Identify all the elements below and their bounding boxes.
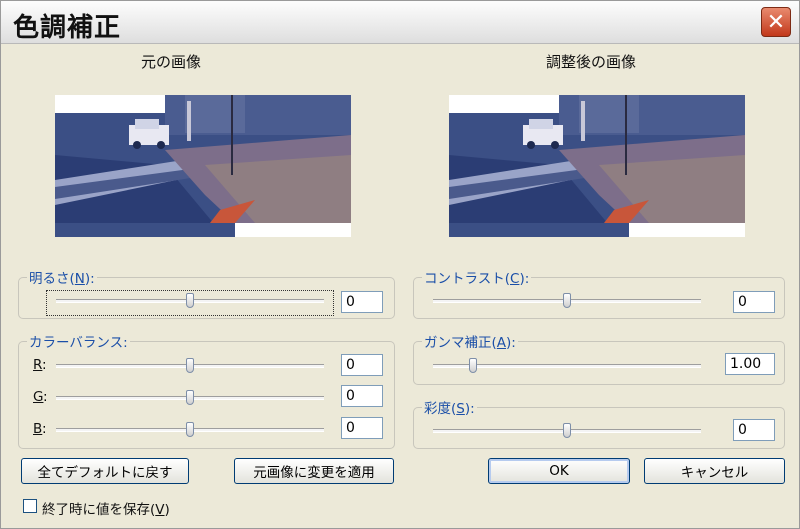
red-channel-colon: :	[42, 357, 47, 373]
ok-button[interactable]: OK	[488, 458, 630, 484]
original-image-preview	[55, 95, 351, 237]
blue-channel-slider-thumb[interactable]	[186, 422, 194, 437]
gamma-legend: ガンマ補正(A):	[422, 331, 518, 351]
color-adjust-dialog: 色調補正 ✕ 元の画像 調整後の画像 明るさ(N): 0 コントラスト(C): …	[0, 0, 800, 529]
green-channel-label: G	[33, 389, 44, 405]
save-on-exit-checkbox[interactable]	[23, 499, 37, 513]
color-balance-legend: カラーバランス:	[27, 331, 130, 351]
close-icon: ✕	[766, 9, 786, 35]
contrast-slider-thumb[interactable]	[563, 293, 571, 308]
blue-channel-label: B	[33, 421, 43, 437]
adjusted-image-label: 調整後の画像	[546, 53, 637, 71]
contrast-value-field[interactable]: 0	[733, 291, 775, 313]
red-channel-slider-thumb[interactable]	[186, 358, 194, 373]
blue-channel-colon: :	[42, 421, 47, 437]
red-channel-value-field[interactable]: 0	[341, 354, 383, 376]
cancel-button[interactable]: キャンセル	[644, 458, 785, 484]
adjusted-image-preview	[449, 95, 745, 237]
blue-channel-value-field[interactable]: 0	[341, 417, 383, 439]
red-channel-label: R	[33, 357, 43, 373]
brightness-value-field[interactable]: 0	[341, 291, 383, 313]
brightness-slider-thumb[interactable]	[186, 293, 194, 308]
dialog-title: 色調補正	[13, 13, 122, 43]
color-balance-group	[18, 341, 395, 449]
save-on-exit-label[interactable]: 終了時に値を保存(V)	[42, 498, 170, 518]
gamma-value-field[interactable]: 1.00	[725, 353, 775, 375]
apply-to-original-button[interactable]: 元画像に変更を適用	[234, 458, 394, 484]
green-channel-colon: :	[43, 389, 48, 405]
green-channel-slider-thumb[interactable]	[186, 390, 194, 405]
green-channel-value-field[interactable]: 0	[341, 385, 383, 407]
contrast-legend: コントラスト(C):	[422, 267, 532, 287]
brightness-legend: 明るさ(N):	[27, 267, 97, 287]
saturation-legend: 彩度(S):	[422, 397, 477, 417]
original-photo	[55, 95, 351, 237]
close-button[interactable]: ✕	[761, 7, 791, 37]
adjusted-photo	[449, 95, 745, 237]
saturation-slider-thumb[interactable]	[563, 423, 571, 438]
gamma-slider-thumb[interactable]	[469, 358, 478, 373]
original-image-label: 元の画像	[141, 53, 202, 71]
title-bar[interactable]: 色調補正 ✕	[1, 1, 799, 44]
reset-all-button[interactable]: 全てデフォルトに戻す	[21, 458, 189, 484]
saturation-value-field[interactable]: 0	[733, 419, 775, 441]
